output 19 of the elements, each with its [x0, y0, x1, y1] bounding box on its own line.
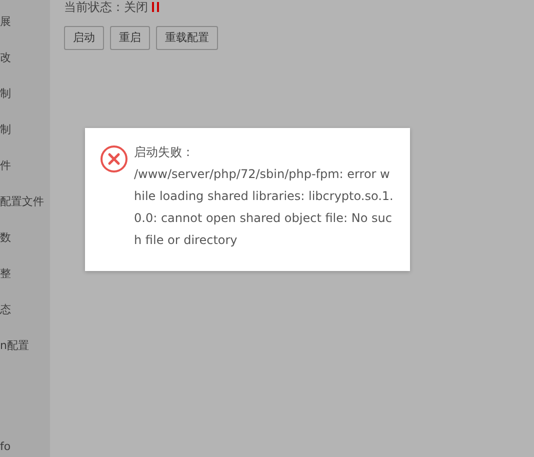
- action-button[interactable]: 重启: [110, 26, 150, 50]
- action-button[interactable]: 重载配置: [156, 26, 218, 50]
- sidebar-item[interactable]: 整: [0, 267, 11, 280]
- status-label: 当前状态：: [64, 0, 124, 14]
- error-icon: [100, 145, 128, 173]
- sidebar-item[interactable]: fo: [0, 440, 11, 453]
- sidebar-item[interactable]: 态: [0, 303, 11, 316]
- status-value: 关闭: [124, 0, 148, 14]
- sidebar-item[interactable]: 件: [0, 159, 11, 172]
- sidebar-item[interactable]: 改: [0, 51, 11, 64]
- sidebar-item[interactable]: n配置: [0, 339, 29, 352]
- sidebar-item[interactable]: 制: [0, 87, 11, 100]
- sidebar-item[interactable]: 配置文件: [0, 195, 44, 208]
- action-button[interactable]: 启动: [64, 26, 104, 50]
- sidebar-item[interactable]: 展: [0, 15, 11, 28]
- dialog-message: /www/server/php/72/sbin/php-fpm: error while loading shared libraries: libcrypto.so.1.0.0: cannot open shared object file: No such file or directory: [134, 166, 394, 249]
- sidebar-item[interactable]: 数: [0, 231, 11, 244]
- dialog-title: 启动失败：: [134, 144, 195, 161]
- sidebar-item[interactable]: 制: [0, 123, 11, 136]
